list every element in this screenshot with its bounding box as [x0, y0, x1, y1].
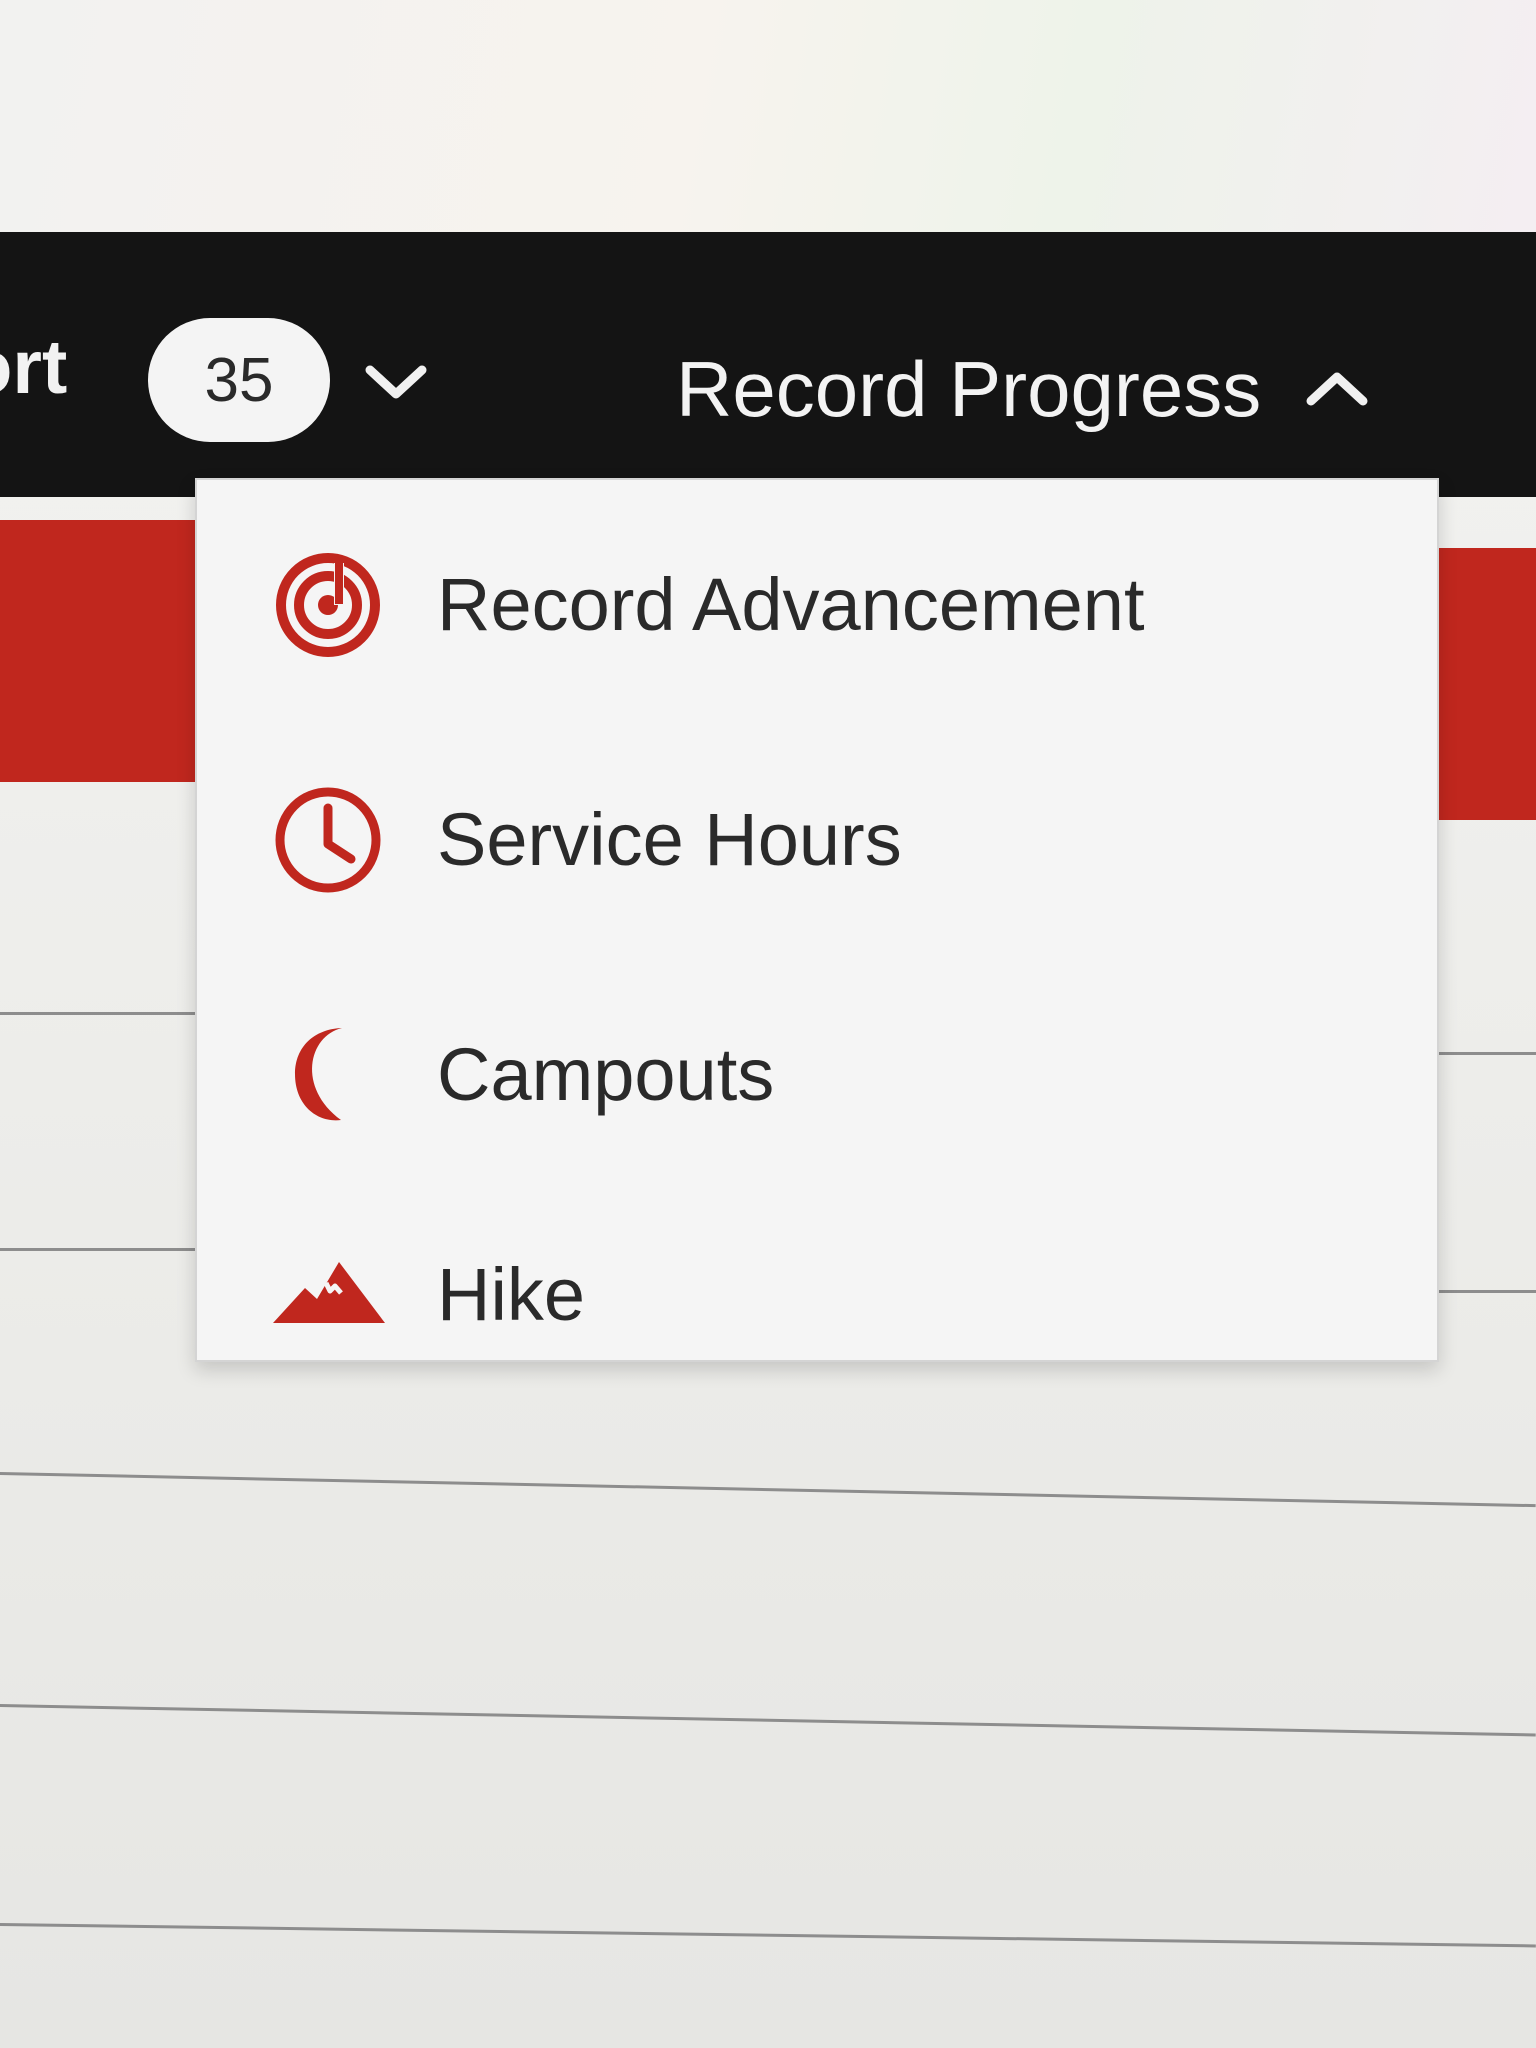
record-progress-label[interactable]: Record Progress [676, 350, 1261, 428]
background-divider [0, 1704, 1536, 1737]
record-progress-menu: Record Advancement Service Hours Campout… [195, 478, 1439, 1362]
advancement-icon [267, 544, 389, 666]
browser-top-area [0, 0, 1536, 235]
chevron-up-icon[interactable] [1301, 365, 1373, 413]
background-divider [0, 1012, 195, 1015]
menu-item-label[interactable]: Record Advancement [437, 568, 1145, 642]
moon-icon [267, 1014, 389, 1136]
background-divider [0, 1923, 1536, 1948]
menu-item-label[interactable]: Campouts [437, 1038, 774, 1112]
menu-item-record-advancement[interactable]: Record Advancement [267, 540, 1145, 670]
nav-left-label[interactable]: ort [0, 325, 67, 410]
menu-item-hike[interactable]: Hike [267, 1230, 585, 1360]
background-red-panel-right [1425, 548, 1536, 820]
background-divider [0, 1472, 1536, 1508]
chevron-down-icon[interactable] [360, 358, 432, 406]
menu-item-label[interactable]: Hike [437, 1258, 585, 1332]
menu-item-campouts[interactable]: Campouts [267, 1010, 774, 1140]
record-progress-toggle[interactable]: Record Progress [676, 350, 1373, 428]
menu-item-service-hours[interactable]: Service Hours [267, 775, 902, 905]
mountain-icon [267, 1234, 389, 1356]
nav-left-item[interactable]: ort [0, 330, 101, 406]
count-badge: 35 [148, 318, 330, 442]
background-divider [0, 1248, 195, 1251]
background-red-panel-left [0, 520, 195, 782]
clock-icon [267, 779, 389, 901]
page: ort 35 Record Progress [0, 0, 1536, 2048]
menu-item-label[interactable]: Service Hours [437, 803, 902, 877]
